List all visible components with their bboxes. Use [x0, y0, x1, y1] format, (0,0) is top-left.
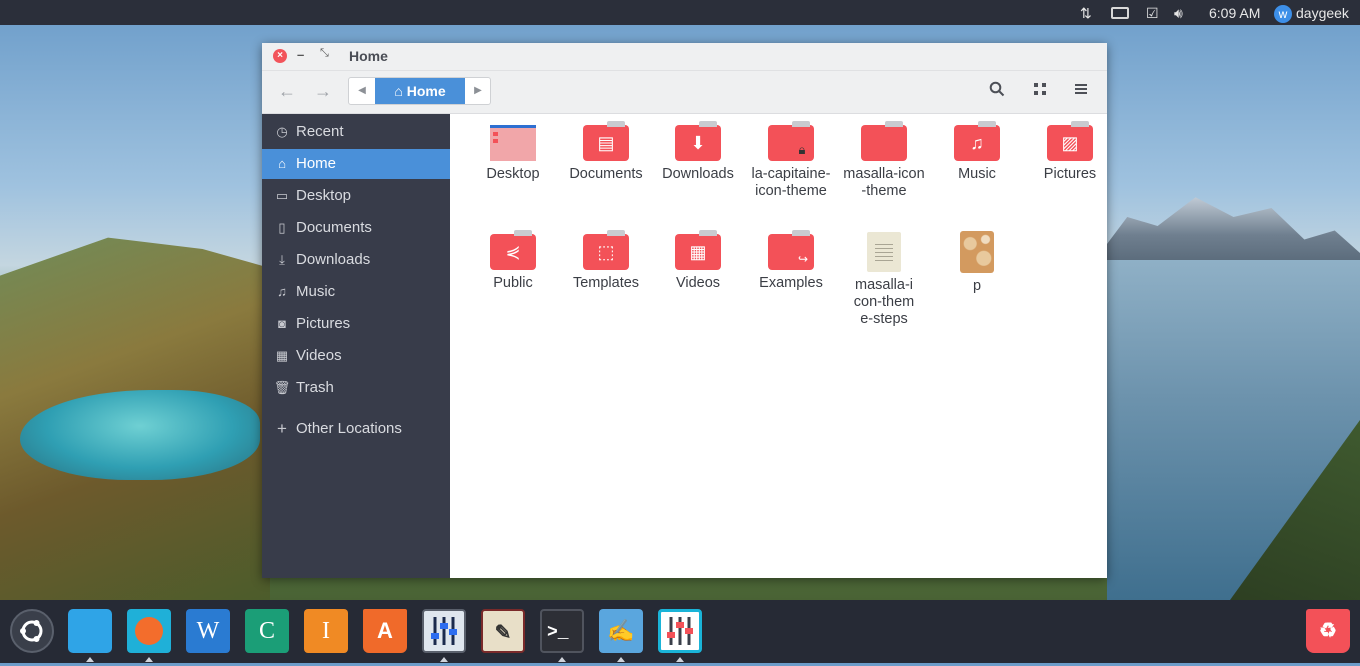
network-updown-icon[interactable]: ⇅: [1080, 3, 1092, 23]
running-indicator: [558, 657, 566, 662]
sidebar-item-desktop[interactable]: ▭ Desktop: [262, 181, 450, 211]
file-item-p[interactable]: p: [931, 226, 1023, 295]
forward-arrow-icon[interactable]: →: [314, 81, 332, 101]
settings-mixer-icon[interactable]: [658, 609, 702, 653]
templates-folder-icon: ⬚: [583, 230, 629, 270]
sidebar-item-documents[interactable]: ▯ Documents: [262, 213, 450, 243]
calc-icon[interactable]: C: [245, 609, 289, 653]
file-item-downloads[interactable]: ⬇ Downloads: [652, 117, 744, 183]
file-item-music[interactable]: ♫ Music: [931, 117, 1023, 183]
home-icon: ⌂: [278, 156, 286, 171]
desktop-folder-icon: [490, 125, 536, 161]
public-folder-icon: ⋞: [490, 230, 536, 270]
running-indicator: [86, 657, 94, 662]
sidebar-item-videos[interactable]: ▦ Videos: [262, 341, 450, 371]
firefox-icon[interactable]: [127, 609, 171, 653]
window-title: Home: [349, 48, 388, 64]
sidebar-item-trash[interactable]: 🗑︎ Trash: [262, 373, 450, 403]
running-indicator: [676, 657, 684, 662]
path-left-arrow-icon[interactable]: ◀: [349, 78, 375, 104]
downloads-folder-icon: ⬇: [675, 121, 721, 161]
trash-icon: 🗑︎: [273, 380, 291, 395]
software-center-icon[interactable]: A: [363, 609, 407, 653]
user-name: daygeek: [1296, 5, 1349, 21]
restore-icon[interactable]: ⤡: [320, 47, 329, 60]
clock-time[interactable]: 6:09 AM: [1209, 3, 1260, 23]
running-indicator: [145, 657, 153, 662]
path-home-label: Home: [406, 83, 446, 99]
search-icon[interactable]: [989, 81, 1005, 103]
download-icon: ⤓: [279, 252, 285, 267]
path-right-arrow-icon[interactable]: ▶: [465, 78, 490, 104]
sidebar-item-pictures[interactable]: ◙ Pictures: [262, 309, 450, 339]
running-indicator: [617, 657, 625, 662]
file-item-masalla-icon-theme-steps[interactable]: masalla-icon-theme-steps: [838, 226, 930, 328]
clock-icon: ◷: [276, 124, 288, 139]
sidebar-item-home[interactable]: ⌂ Home: [262, 149, 450, 179]
volume-icon[interactable]: 🔊︎: [1174, 3, 1183, 23]
file-item-desktop[interactable]: Desktop: [467, 117, 559, 183]
desktop-icon: ▭: [275, 188, 289, 203]
sidebar-item-recent[interactable]: ◷ Recent: [262, 117, 450, 147]
grid-view-icon[interactable]: [1032, 81, 1048, 103]
path-home-button[interactable]: ⌂ Home: [375, 78, 465, 104]
file-item-videos[interactable]: ▦ Videos: [652, 226, 744, 292]
file-item-pictures[interactable]: ▨ Pictures: [1024, 117, 1116, 183]
impress-icon[interactable]: I: [304, 609, 348, 653]
pictures-folder-icon: ▨: [1047, 121, 1093, 161]
minimize-icon[interactable]: –: [297, 47, 304, 62]
terminal-icon[interactable]: >_: [540, 609, 584, 653]
writer-icon[interactable]: W: [186, 609, 230, 653]
dock: W C I A ✎ >_ ✍ ♻: [0, 600, 1360, 663]
file-item-masalla-icon-theme[interactable]: masalla-icon-theme: [838, 117, 930, 200]
file-item-la-capitaine-icon-theme[interactable]: 🔒︎ la-capitaine-icon-theme: [745, 117, 837, 200]
link-folder-icon: ↪: [768, 230, 814, 270]
close-icon[interactable]: ×: [273, 49, 287, 63]
files-icon[interactable]: [68, 609, 112, 653]
folder-icon: [861, 121, 907, 161]
file-manager-window: × – ⤡ Home ← → ◀ ⌂ Home ▶ ◷ Recent ⌂ Home …: [262, 43, 1107, 578]
text-editor-icon[interactable]: ✍: [599, 609, 643, 653]
running-indicator: [440, 657, 448, 662]
path-bar: ◀ ⌂ Home ▶: [348, 77, 491, 105]
locked-folder-icon: 🔒︎: [768, 121, 814, 161]
keyboard-icon[interactable]: [1111, 3, 1129, 23]
music-icon: ♫: [277, 284, 287, 299]
film-icon: ▦: [275, 348, 289, 363]
sidebar-item-downloads[interactable]: ⤓ Downloads: [262, 245, 450, 275]
file-item-public[interactable]: ⋞ Public: [467, 226, 559, 292]
text-file-icon: [867, 232, 901, 272]
music-folder-icon: ♫: [954, 121, 1000, 161]
videos-folder-icon: ▦: [675, 230, 721, 270]
clipboard-check-icon[interactable]: ☑: [1146, 3, 1159, 23]
titlebar: × – ⤡ Home: [262, 43, 1107, 71]
top-panel: ⇅ ☑ 🔊︎ 6:09 AM w daygeek: [0, 0, 1360, 25]
trash-can-icon[interactable]: ♻: [1306, 609, 1350, 653]
user-menu[interactable]: w daygeek: [1274, 3, 1349, 24]
sidebar-item-music[interactable]: ♫ Music: [262, 277, 450, 307]
drawing-icon[interactable]: ✎: [481, 609, 525, 653]
plus-icon: +: [277, 419, 287, 438]
toolbar: ← → ◀ ⌂ Home ▶: [262, 71, 1107, 114]
back-arrow-icon[interactable]: ←: [278, 81, 296, 101]
user-avatar-icon: w: [1274, 5, 1292, 24]
file-item-templates[interactable]: ⬚ Templates: [560, 226, 652, 292]
ubuntu-logo-icon[interactable]: [10, 609, 54, 653]
camera-icon: ◙: [278, 316, 286, 331]
image-file-icon: [960, 231, 994, 273]
documents-folder-icon: ▤: [583, 121, 629, 161]
mixer-icon[interactable]: [422, 609, 466, 653]
sidebar: ◷ Recent ⌂ Home ▭ Desktop ▯ Documents ⤓ Downl…: [262, 114, 450, 578]
sidebar-item-other-locations[interactable]: + Other Locations: [262, 414, 450, 444]
file-item-documents[interactable]: ▤ Documents: [560, 117, 652, 183]
file-grid: Desktop ▤ Documents ⬇ Downloads 🔒︎ la-ca…: [450, 114, 1107, 578]
menu-icon[interactable]: [1074, 81, 1088, 103]
file-item-examples[interactable]: ↪ Examples: [745, 226, 837, 292]
document-icon: ▯: [278, 220, 286, 235]
